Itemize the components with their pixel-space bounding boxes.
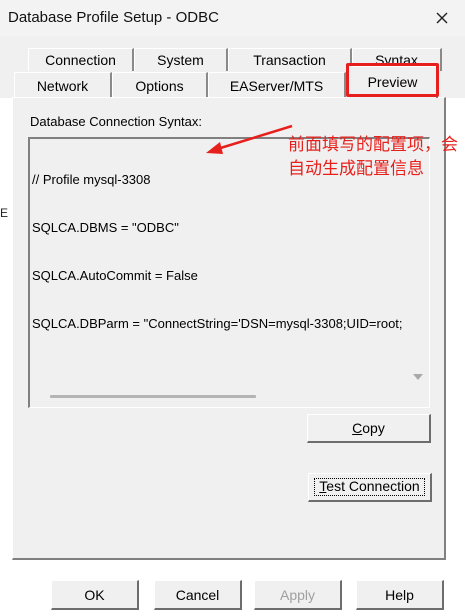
annotation-text: 前面填写的配置项，会自动生成配置信息 [288,135,458,179]
ok-button[interactable]: OK [51,580,139,610]
copy-button[interactable]: Copy [307,414,431,443]
scroll-down-arrow[interactable] [411,372,425,382]
help-button[interactable]: Help [356,580,444,610]
close-button[interactable] [420,0,464,36]
syntax-line: SQLCA.DBParm = "ConnectString='DSN=mysql… [32,316,403,331]
tab-options[interactable]: Options [112,72,208,98]
copy-button-label: Copy [352,420,385,436]
connection-syntax-label: Database Connection Syntax: [30,114,202,129]
syntax-line: SQLCA.AutoCommit = False [32,268,198,283]
cancel-button[interactable]: Cancel [154,580,242,610]
tab-easerver-mts[interactable]: EAServer/MTS [208,72,346,98]
apply-button[interactable]: Apply [254,580,342,610]
tab-transaction[interactable]: Transaction [228,48,352,71]
triangle-down-icon [413,374,423,380]
tab-preview[interactable]: Preview [348,66,438,98]
tab-network[interactable]: Network [14,72,112,98]
window-title: Database Profile Setup - ODBC [8,9,219,26]
apply-button-label: Apply [279,587,316,603]
close-icon [436,12,448,24]
annotation-arrow-icon [206,124,293,154]
help-button-label: Help [385,587,414,603]
title-bar: Database Profile Setup - ODBC [0,0,465,36]
ok-button-label: OK [84,587,105,603]
tab-system[interactable]: System [134,48,228,71]
test-connection-button-label: Test Connection [319,478,420,494]
background-window-fragment: E [0,206,9,220]
syntax-line: SQLCA.DBMS = "ODBC" [32,220,179,235]
cancel-button-label: Cancel [175,587,220,603]
test-connection-button[interactable]: Test Connection [308,473,432,502]
horizontal-scrollbar-thumb[interactable] [50,395,256,398]
tab-connection[interactable]: Connection [28,48,134,71]
